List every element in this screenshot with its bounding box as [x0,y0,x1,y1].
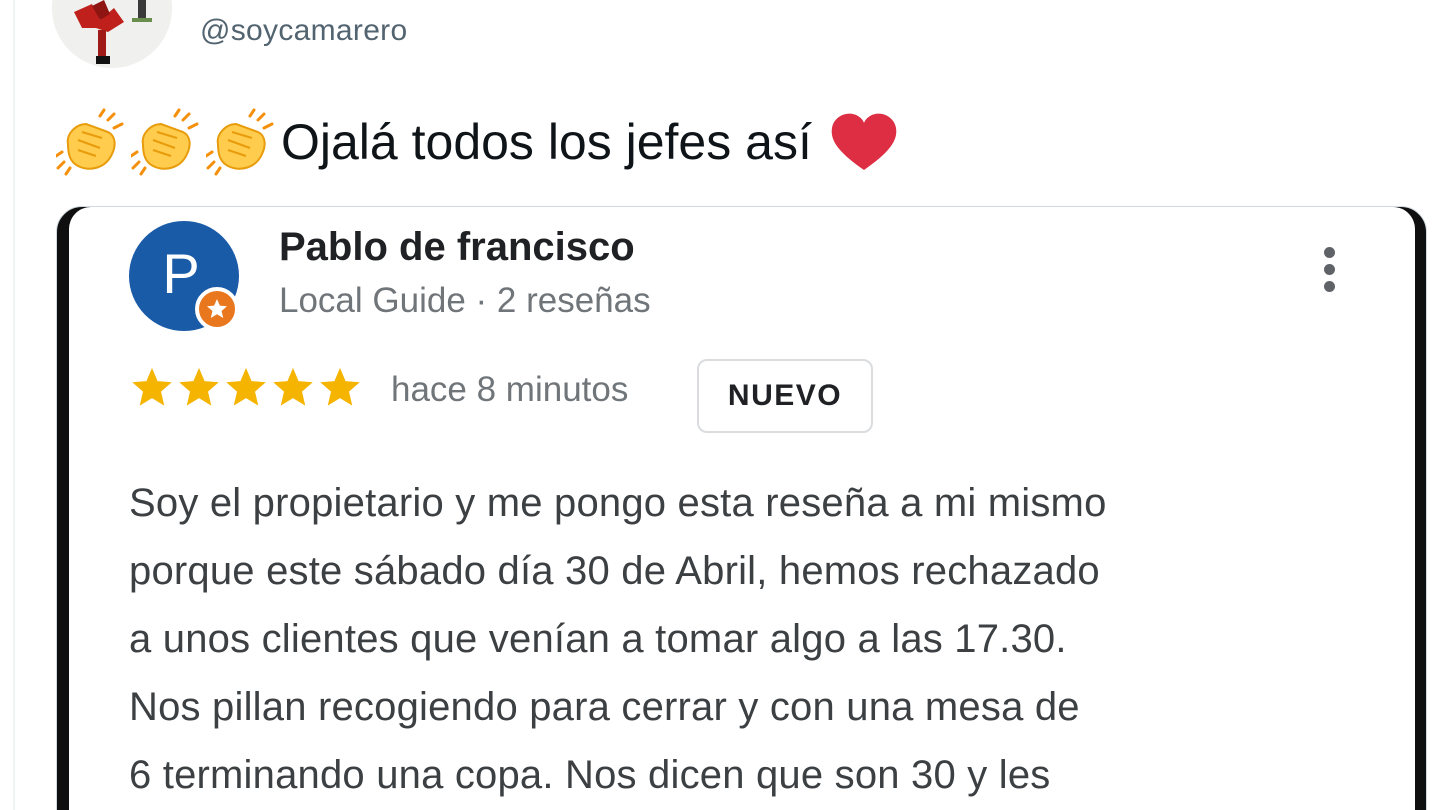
tweet-text: Ojalá todos los jefes así [56,106,900,178]
new-badge: NUEVO [697,359,873,433]
review-text-line: a unos clientes que venían a tomar algo … [129,617,1067,661]
more-options-icon[interactable] [1317,247,1341,307]
star-icon [320,367,360,406]
local-guide-star-icon [195,287,239,331]
profile-avatar[interactable] [52,0,172,68]
tweet-text-content: Ojalá todos los jefes así [281,114,812,170]
review-body: Soy el propietario y me pongo esta reseñ… [129,469,1369,809]
star-icon [273,367,313,406]
review-text-line: 6 terminando una copa. Nos dicen que son… [129,753,1051,797]
star-icon [226,367,266,406]
review-screenshot-image[interactable]: P Pablo de francisco Local Guide · 2 res… [56,206,1427,810]
reviewer-name: Pablo de francisco [279,225,635,269]
user-handle[interactable]: @soycamarero [200,14,407,48]
review-text-line: Soy el propietario y me pongo esta reseñ… [129,481,1107,525]
review-text-line: Nos pillan recogiendo para cerrar y con … [129,685,1080,729]
clapping-hands-icon [206,108,274,176]
display-name-clipped [200,0,270,4]
review-card: P Pablo de francisco Local Guide · 2 res… [69,207,1415,810]
clapping-hands-icon [56,108,124,176]
star-icon [132,367,172,406]
star-rating [129,365,364,411]
clapping-hands-icon [131,108,199,176]
red-heart-icon [831,113,897,170]
avatar-letter: P [162,241,200,305]
review-text-line: porque este sábado día 30 de Abril, hemo… [129,549,1100,593]
review-time: hace 8 minutos [391,370,629,409]
timeline-divider [13,0,15,810]
star-icon [179,367,219,406]
reviewer-meta: Local Guide · 2 reseñas [279,281,651,320]
